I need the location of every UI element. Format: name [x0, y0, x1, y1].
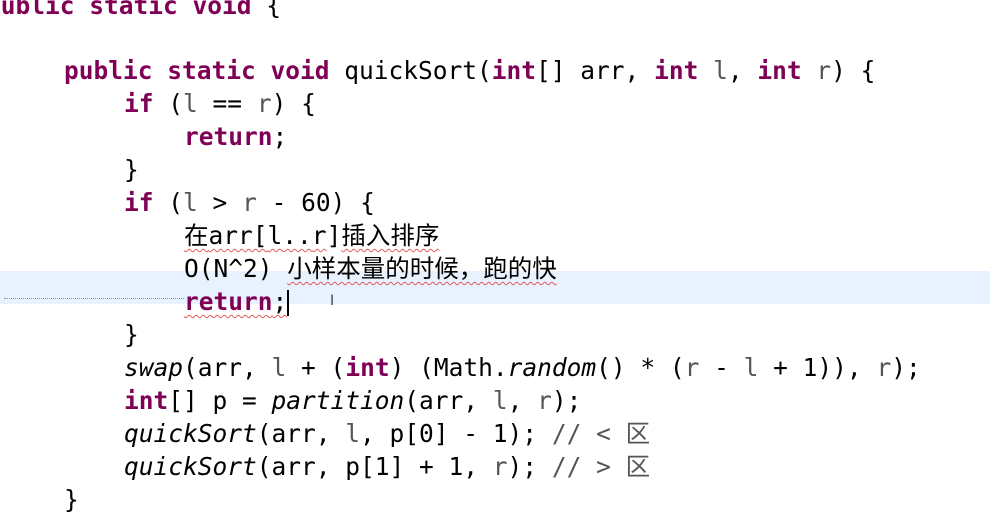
code-token: // >: [551, 452, 626, 481]
code-token: l: [492, 386, 508, 415]
code-token: int: [345, 353, 390, 382]
code-line[interactable]: }: [124, 318, 139, 351]
code-token: );: [891, 353, 921, 382]
code-token: () * (: [596, 353, 685, 382]
code-token: ]: [326, 221, 342, 250]
code-token: quickSort(: [329, 56, 492, 85]
code-token: r: [816, 56, 832, 85]
code-token: (arr, p[1] + 1,: [256, 452, 493, 481]
code-token: [] p =: [168, 386, 272, 415]
code-token: ;: [272, 287, 288, 316]
code-token: r: [256, 89, 272, 118]
code-token: arr[: [208, 221, 268, 250]
code-line[interactable]: return;: [184, 120, 287, 153]
code-token: l: [271, 353, 287, 382]
code-token: r: [537, 386, 552, 415]
code-token: ..: [282, 221, 312, 250]
code-line[interactable]: }: [124, 153, 139, 186]
code-token: quickSort: [124, 419, 257, 448]
code-line[interactable]: 在arr[l..r]插入排序: [184, 219, 439, 252]
code-token: ) {: [831, 56, 876, 85]
code-token: l: [713, 56, 728, 85]
code-line[interactable]: O(N^2) 小样本量的时候，跑的快: [184, 252, 557, 285]
code-token: ;: [272, 122, 288, 151]
code-token: (: [153, 188, 184, 217]
code-token: [] arr,: [536, 56, 655, 85]
code-line[interactable]: public static void quickSort(int[] arr, …: [64, 54, 875, 87]
code-token: + (: [286, 353, 346, 382]
code-token: l: [267, 221, 283, 250]
code-token: l: [743, 353, 759, 382]
code-token: int: [491, 56, 537, 85]
code-token: }: [64, 485, 79, 514]
code-token: (: [153, 89, 184, 118]
code-token: r: [876, 353, 892, 382]
code-token: l: [183, 89, 198, 118]
code-token: (arr,: [404, 386, 493, 415]
code-token: r: [492, 452, 508, 481]
code-token: ==: [197, 89, 257, 118]
code-token: quickSort: [124, 452, 257, 481]
code-token: 插入排序: [341, 221, 440, 250]
code-token: // <: [551, 419, 626, 448]
code-token: + 1)),: [758, 353, 877, 382]
code-editor[interactable]: public static void {public static void q…: [0, 0, 990, 516]
code-token: }: [124, 155, 139, 184]
code-token: O(N^2): [184, 254, 288, 283]
code-token: r: [311, 221, 327, 250]
code-token: public static void: [64, 56, 330, 85]
code-token: 小样本量的时候，跑的快: [287, 254, 557, 283]
code-token: public static void: [0, 0, 267, 20]
code-token: );: [507, 452, 552, 481]
code-token: return: [184, 122, 273, 151]
code-token: ) (Math.: [389, 353, 508, 382]
code-token: swap: [124, 353, 184, 382]
code-token: random: [507, 353, 597, 382]
code-token: partition: [271, 386, 405, 415]
code-token: if: [124, 89, 154, 118]
code-token: ) {: [271, 89, 316, 118]
code-line[interactable]: if (l == r) {: [124, 87, 316, 120]
code-token: ,: [507, 386, 538, 415]
code-token: - 60) {: [256, 188, 375, 217]
code-token: , p[0] - 1);: [360, 419, 552, 448]
code-token: }: [124, 320, 139, 349]
code-token: >: [197, 188, 243, 217]
code-token: );: [551, 386, 582, 415]
code-line[interactable]: return;: [184, 285, 290, 318]
code-token: (arr,: [183, 353, 272, 382]
code-token: (arr,: [256, 419, 346, 448]
code-token: int: [654, 56, 699, 85]
code-token: int: [124, 386, 169, 415]
code-line[interactable]: quickSort(arr, p[1] + 1, r); // > 区: [124, 450, 650, 483]
text-caret: [287, 290, 290, 316]
code-token: r: [242, 188, 257, 217]
error-underline: [4, 298, 184, 299]
code-token: -: [699, 353, 744, 382]
code-token: return: [184, 287, 273, 316]
text-cursor-icon: I: [330, 293, 335, 309]
code-line[interactable]: quickSort(arr, l, p[0] - 1); // < 区: [124, 417, 650, 450]
code-token: if: [124, 188, 154, 217]
code-line[interactable]: if (l > r - 60) {: [124, 186, 375, 219]
code-line[interactable]: int[] p = partition(arr, l, r);: [124, 384, 581, 417]
code-token: l: [183, 188, 198, 217]
code-line[interactable]: public static void {: [0, 0, 281, 22]
code-token: r: [684, 353, 700, 382]
code-token: int: [757, 56, 802, 85]
code-token: l: [345, 419, 361, 448]
code-token: {: [266, 0, 282, 20]
code-line[interactable]: }: [64, 483, 79, 516]
code-token: 在: [184, 221, 209, 250]
code-token: 区: [625, 419, 651, 448]
code-line[interactable]: swap(arr, l + (int) (Math.random() * (r …: [124, 351, 921, 384]
code-token: 区: [625, 452, 651, 481]
code-token: ,: [727, 56, 758, 85]
